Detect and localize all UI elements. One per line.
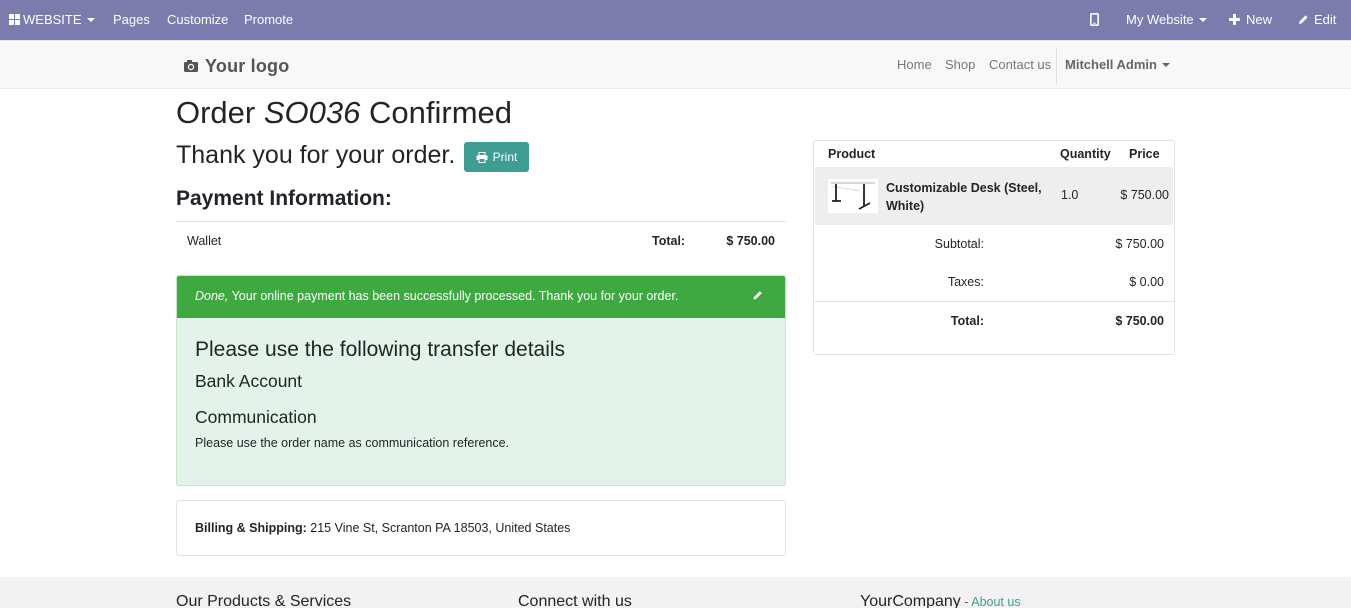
website-menu-label: WEBSITE xyxy=(23,12,82,27)
chevron-down-icon xyxy=(1161,62,1170,67)
pencil-icon[interactable] xyxy=(753,290,763,300)
payment-success-alert: Done, Your online payment has been succe… xyxy=(176,275,786,486)
footer-products-heading: Our Products & Services xyxy=(176,593,352,608)
payment-info-heading: Payment Information: xyxy=(176,187,392,210)
product-price: $ 750.00 xyxy=(1120,188,1169,202)
user-name: Mitchell Admin xyxy=(1065,57,1157,72)
user-menu[interactable]: Mitchell Admin xyxy=(1065,57,1170,72)
alert-status-word: Done, xyxy=(195,289,229,303)
edit-label: Edit xyxy=(1314,12,1337,27)
alert-header: Done, Your online payment has been succe… xyxy=(177,276,785,318)
pencil-icon xyxy=(1299,14,1308,24)
payment-row: Wallet Total: $ 750.00 xyxy=(176,221,786,259)
new-label: New xyxy=(1246,12,1273,27)
alert-message: Done, Your online payment has been succe… xyxy=(195,289,678,303)
subtotal-value: $ 750.00 xyxy=(1115,237,1164,251)
billing-shipping-box: Billing & Shipping: 215 Vine St, Scranto… xyxy=(176,500,786,556)
taxes-value: $ 0.00 xyxy=(1129,275,1164,289)
taxes-label: Taxes: xyxy=(947,275,984,289)
subtotal-label: Subtotal: xyxy=(934,237,984,251)
edit-button[interactable]: Edit xyxy=(1298,0,1336,40)
site-logo[interactable]: Your logo xyxy=(183,55,289,77)
title-prefix: Order xyxy=(176,95,256,130)
billing-label: Billing & Shipping: xyxy=(195,521,307,535)
nav-divider xyxy=(1056,48,1057,84)
product-quantity: 1.0 xyxy=(1061,188,1079,202)
print-button[interactable]: Print xyxy=(464,142,529,172)
plus-icon xyxy=(1229,13,1240,25)
about-us-link[interactable]: About us xyxy=(971,595,1020,608)
footer-connect-heading: Connect with us xyxy=(518,593,632,608)
site-footer: Our Products & Services Connect with us … xyxy=(0,577,1351,608)
page-title: Order SO036 Confirmed xyxy=(176,95,512,131)
alert-message-text: Your online payment has been successfull… xyxy=(231,289,679,303)
my-website-label: My Website xyxy=(1126,12,1194,27)
payment-method: Wallet xyxy=(187,234,222,248)
col-header-quantity: Quantity xyxy=(1060,147,1111,161)
table-row: Customizable Desk (Steel, White) 1.0 $ 7… xyxy=(815,167,1173,225)
mobile-preview-button[interactable] xyxy=(1090,0,1100,40)
camera-icon xyxy=(184,60,198,72)
payment-total-label: Total: xyxy=(652,234,686,248)
apps-grid-icon xyxy=(9,13,20,25)
admin-bar: WEBSITE Pages Customize Promote My Websi… xyxy=(0,0,1351,40)
pages-menu[interactable]: Pages xyxy=(113,0,150,40)
my-website-menu[interactable]: My Website xyxy=(1126,0,1207,40)
summary-total-label: Total: xyxy=(950,314,984,328)
chevron-down-icon xyxy=(86,17,95,22)
new-button[interactable]: New xyxy=(1229,0,1272,40)
nav-shop-link[interactable]: Shop xyxy=(945,57,975,72)
website-menu-button[interactable]: WEBSITE xyxy=(9,0,95,40)
transfer-details-heading: Please use the following transfer detail… xyxy=(195,338,566,361)
nav-contact-link[interactable]: Contact us xyxy=(989,57,1051,72)
mobile-phone-icon xyxy=(1090,13,1100,27)
title-suffix: Confirmed xyxy=(369,95,513,130)
chevron-down-icon xyxy=(1198,17,1207,22)
payment-total-value: $ 750.00 xyxy=(726,234,775,248)
product-name-link[interactable]: Customizable Desk (Steel, White) xyxy=(886,179,1056,215)
site-header: Your logo Home Shop Contact us Mitchell … xyxy=(0,40,1351,89)
summary-total-value: $ 750.00 xyxy=(1115,314,1164,328)
summary-divider xyxy=(814,301,1174,302)
communication-note: Please use the order name as communicati… xyxy=(195,436,510,450)
col-header-product: Product xyxy=(828,147,876,161)
thank-you-heading: Thank you for your order. xyxy=(176,141,456,169)
footer-company-heading: YourCompany - About us xyxy=(860,593,1021,608)
footer-separator: - xyxy=(960,595,972,608)
order-reference: SO036 xyxy=(263,95,361,130)
communication-label: Communication xyxy=(195,407,317,427)
promote-menu[interactable]: Promote xyxy=(244,0,293,40)
printer-icon xyxy=(476,151,488,163)
bank-account-label: Bank Account xyxy=(195,371,303,391)
footer-company-name: YourCompany xyxy=(860,593,961,608)
order-summary-card: Product Quantity Price Customizable Desk… xyxy=(813,140,1175,355)
print-label: Print xyxy=(492,150,518,164)
customize-menu[interactable]: Customize xyxy=(167,0,228,40)
desk-image xyxy=(830,182,875,210)
col-header-price: Price xyxy=(1129,147,1160,161)
billing-address: 215 Vine St, Scranton PA 18503, United S… xyxy=(310,521,571,535)
product-thumbnail[interactable] xyxy=(828,179,878,213)
nav-home-link[interactable]: Home xyxy=(897,57,932,72)
logo-text: Your logo xyxy=(205,55,290,76)
billing-line: Billing & Shipping: 215 Vine St, Scranto… xyxy=(195,521,570,535)
